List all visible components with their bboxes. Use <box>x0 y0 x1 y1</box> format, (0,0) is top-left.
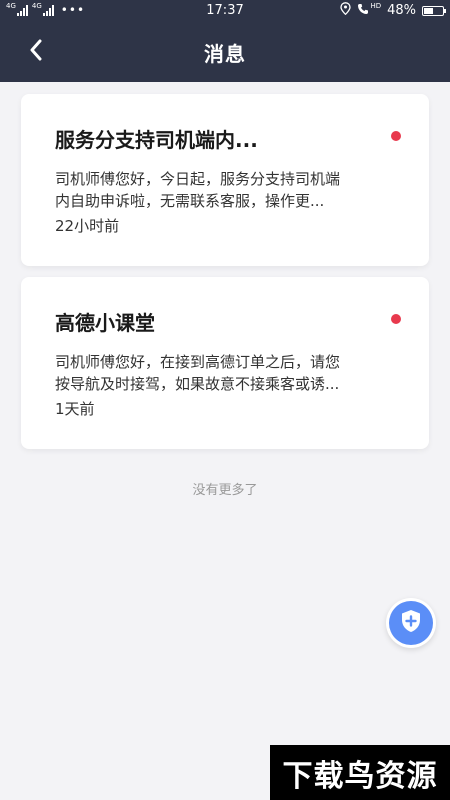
battery-icon <box>422 5 446 16</box>
battery-percent: 48% <box>387 3 416 18</box>
message-card[interactable]: 高德小课堂 司机师傅您好，在接到高德订单之后，请您 按导航及时接驾，如果故意不接… <box>21 277 429 449</box>
message-title: 高德小课堂 <box>55 311 155 335</box>
phone-call-hd-indicator: HD <box>357 1 382 19</box>
message-preview: 司机师傅您好，今日起，服务分支持司机端 内自助申诉啦，无需联系客服，操作更... <box>55 168 395 212</box>
hd-label: HD <box>370 1 382 10</box>
unread-dot <box>391 314 401 324</box>
status-bar: 4G 4G ••• 17:37 HD 48% <box>0 0 450 22</box>
message-preview-line: 内自助申诉啦，无需联系客服，操作更... <box>55 192 325 210</box>
unread-dot <box>391 131 401 141</box>
message-preview-line: 司机师傅您好，今日起，服务分支持司机端 <box>55 170 341 188</box>
battery-fill <box>424 7 433 14</box>
safety-fab-button[interactable] <box>386 598 436 648</box>
message-title: 服务分支持司机端内... <box>55 128 258 152</box>
phone-call-icon <box>357 3 369 19</box>
message-preview: 司机师傅您好，在接到高德订单之后，请您 按导航及时接驾，如果故意不接乘客或诱..… <box>55 351 395 395</box>
fab-inner <box>389 601 433 645</box>
watermark-logo: 下载鸟资源 <box>270 745 450 800</box>
no-more-label: 没有更多了 <box>192 483 258 498</box>
message-time: 22小时前 <box>55 217 120 235</box>
header-bar: 消息 <box>0 22 450 82</box>
location-pin-icon <box>340 2 352 19</box>
message-preview-line: 按导航及时接驾，如果故意不接乘客或诱... <box>55 375 340 393</box>
message-preview-line: 司机师傅您好，在接到高德订单之后，请您 <box>55 353 341 371</box>
page-title: 消息 <box>204 42 246 66</box>
message-time: 1天前 <box>55 400 95 418</box>
status-right: HD 48% <box>340 1 446 19</box>
message-card[interactable]: 服务分支持司机端内... 司机师傅您好，今日起，服务分支持司机端 内自助申诉啦，… <box>21 94 429 266</box>
shield-plus-icon <box>400 609 422 637</box>
